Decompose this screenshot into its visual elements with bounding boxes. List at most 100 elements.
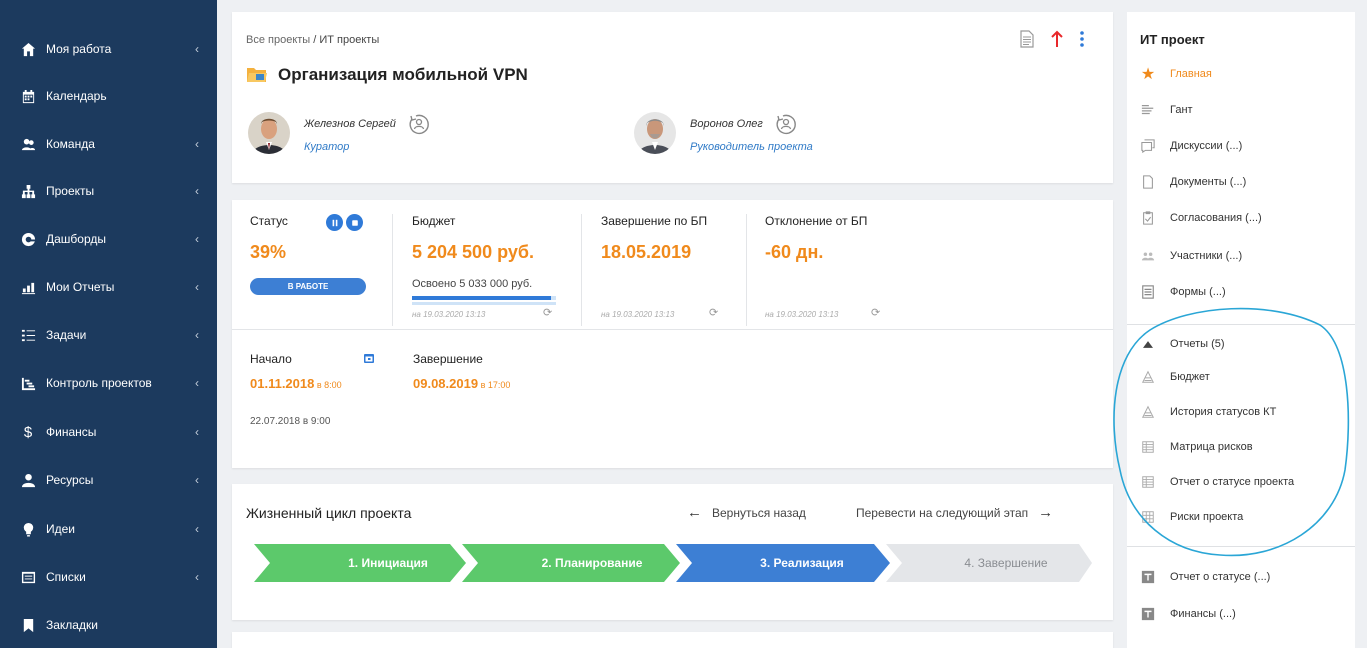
deviation-kpi: Отклонение от БП -60 дн. [765,214,867,263]
sidebar-item-label: Ресурсы [46,473,94,487]
nav-item-main[interactable]: ★ Главная [1140,64,1212,84]
report-item-project-risks[interactable]: Риски проекта [1140,507,1243,527]
sidebar: Моя работа ‹ Календарь Команда ‹ Проекты… [0,0,217,648]
deviation-timestamp: на 19.03.2020 13:13 [765,310,839,319]
sidebar-item-lists[interactable]: Списки ‹ [0,554,217,600]
divider [1127,324,1355,325]
report-label: Бюджет [1170,371,1210,383]
project-manager-person: Воронов Олег Руководитель проекта [634,112,813,154]
nav-item-gantt[interactable]: Гант [1140,100,1193,120]
sidebar-item-label: Мои Отчеты [46,280,115,294]
breadcrumb-root-link[interactable]: Все проекты [246,34,310,46]
breadcrumb-current-link[interactable]: ИТ проекты [319,34,379,46]
sidebar-item-dashboards[interactable]: Дашборды ‹ [0,216,217,262]
finish-value: 18.05.2019 [601,242,692,262]
nav-item-forms[interactable]: Формы (...) [1140,282,1226,302]
nav-item-label: Формы (...) [1170,286,1226,298]
more-vertical-icon[interactable] [1079,30,1085,48]
sidebar-item-ideas[interactable]: Идеи ‹ [0,506,217,552]
report-item-project-status[interactable]: Отчет о статусе проекта [1140,472,1294,492]
end-date: 09.08.2019 [413,376,479,391]
breadcrumb: Все проекты / ИТ проекты [246,34,379,46]
sidebar-item-bookmarks[interactable]: Закладки [0,602,217,648]
start-time: в 8:00 [314,380,342,390]
nav-item-label: Документы (...) [1170,176,1247,188]
status-badge[interactable]: В РАБОТЕ [250,278,366,295]
user-circle-icon[interactable] [775,113,797,135]
budget-progress-track [412,302,556,305]
sidebar-item-label: Команда [46,137,95,151]
chevron-left-icon: ‹ [195,473,199,487]
document-icon[interactable] [1019,30,1035,48]
sidebar-item-resources[interactable]: Ресурсы ‹ [0,457,217,503]
chevron-left-icon: ‹ [195,570,199,584]
refresh-icon[interactable]: ⟳ [871,306,880,319]
sidebar-item-calendar[interactable]: Календарь [0,73,217,119]
stage-label-planning: 2. Планирование [541,556,643,570]
start-date-block: Начало 01.11.2018 в 8:00 [250,352,342,391]
document-icon [1140,174,1156,190]
nav-item-status-report[interactable]: Отчет о статусе (...) [1140,567,1270,587]
chevron-left-icon: ‹ [195,522,199,536]
dashboard-icon [20,231,36,247]
finish-timestamp: на 19.03.2020 13:13 [601,310,675,319]
grid-icon [1140,509,1156,525]
list-icon [20,569,36,585]
person-role-link[interactable]: Куратор [304,141,430,153]
stop-button[interactable] [346,214,363,231]
reports-section-toggle[interactable]: Отчеты (5) [1140,334,1225,354]
nav-item-finance[interactable]: Финансы (...) [1140,604,1236,624]
budget-progress-bar [412,296,556,300]
status-report-icon [1140,569,1156,585]
avatar[interactable] [634,112,676,154]
sidebar-item-projects[interactable]: Проекты ‹ [0,168,217,214]
chevron-left-icon: ‹ [195,184,199,198]
end-time: в 17:00 [478,380,511,390]
nav-item-participants[interactable]: Участники (...) [1140,246,1242,266]
calendar-icon[interactable] [363,352,375,364]
report-item-risk-matrix[interactable]: Матрица рисков [1140,437,1253,457]
reports-header-label: Отчеты (5) [1170,338,1225,350]
gantt-icon [1140,102,1156,118]
finance-report-icon [1140,606,1156,622]
priority-up-arrow-icon[interactable] [1049,30,1065,48]
header-actions [1019,30,1085,48]
next-stage-button[interactable]: Перевести на следующий этап → [856,504,1053,521]
project-control-icon [20,375,36,391]
budget-title: Бюджет [412,214,456,228]
sidebar-item-label: Моя работа [46,42,112,56]
pause-button[interactable] [326,214,343,231]
status-value: 39% [250,242,287,262]
stage-label-completion: 4. Завершение [964,556,1048,570]
refresh-icon[interactable]: ⟳ [543,306,552,319]
sidebar-item-label: Списки [46,570,86,584]
budget-value: 5 204 500 руб. [412,242,534,262]
sidebar-item-tasks[interactable]: Задачи ‹ [0,312,217,358]
avatar[interactable] [248,112,290,154]
sidebar-item-project-control[interactable]: Контроль проектов ‹ [0,360,217,406]
nav-item-discussions[interactable]: Дискуссии (...) [1140,136,1242,156]
nav-item-documents[interactable]: Документы (...) [1140,172,1246,192]
chevron-left-icon: ‹ [195,376,199,390]
sidebar-item-my-reports[interactable]: Мои Отчеты ‹ [0,264,217,310]
person-name: Железнов Сергей [304,118,396,130]
refresh-icon[interactable]: ⟳ [709,306,718,319]
back-stage-button[interactable]: ← Вернуться назад [687,504,806,521]
team-icon [20,136,36,152]
report-icon [1140,404,1156,420]
next-section-card [232,632,1113,648]
reports-icon [20,279,36,295]
report-label: Матрица рисков [1170,441,1253,453]
sidebar-item-finance[interactable]: $ Финансы ‹ [0,409,217,455]
nav-item-label: Гант [1170,104,1193,116]
nav-item-approvals[interactable]: Согласования (...) [1140,208,1262,228]
finish-title: Завершение по БП [601,214,708,228]
sidebar-item-team[interactable]: Команда ‹ [0,121,217,167]
person-role-link[interactable]: Руководитель проекта [690,141,813,153]
report-item-budget[interactable]: Бюджет [1140,367,1210,387]
user-circle-icon[interactable] [408,113,430,135]
sidebar-item-my-work[interactable]: Моя работа ‹ [0,26,217,72]
forms-icon [1140,284,1156,300]
report-item-status-history[interactable]: История статусов КТ [1140,402,1276,422]
project-nav-panel: ИТ проект ★ Главная Гант Дискуссии (...)… [1127,12,1355,648]
